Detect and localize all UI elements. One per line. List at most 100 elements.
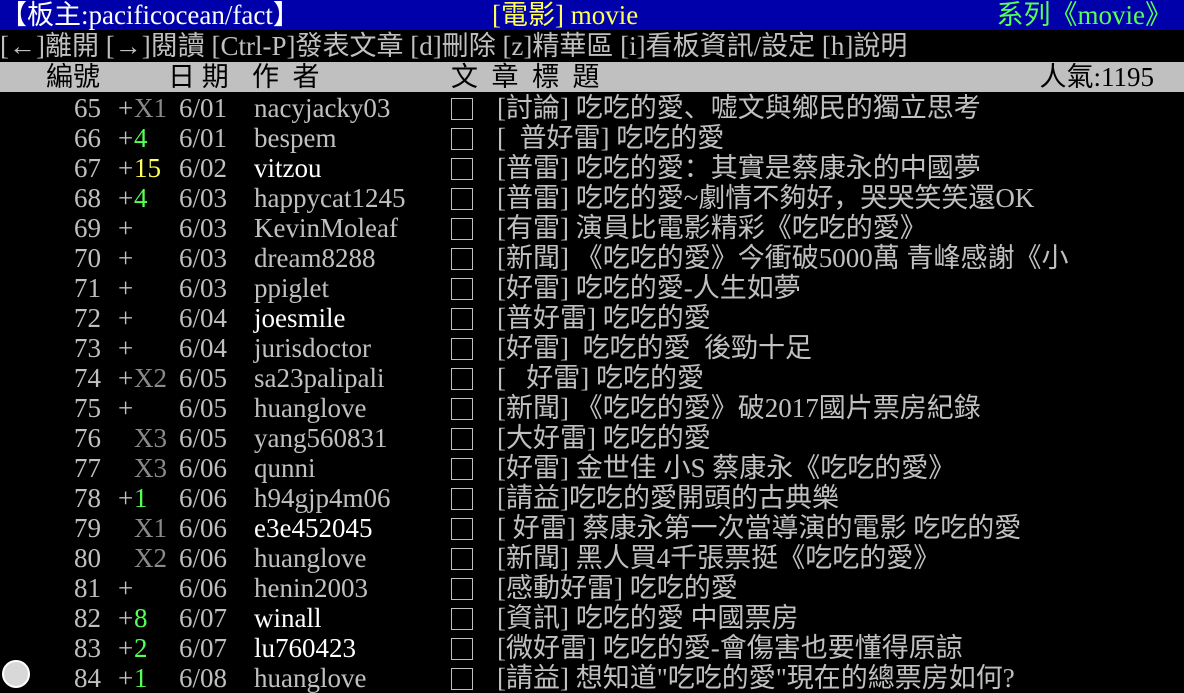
post-mark bbox=[118, 513, 125, 543]
post-author: ppiglet bbox=[254, 273, 329, 303]
header-date: 日 期 bbox=[168, 62, 229, 92]
post-number: 81 bbox=[74, 573, 101, 603]
post-number: 66 bbox=[74, 123, 101, 153]
post-title: [普雷] 吃吃的愛~劇情不夠好，哭哭笑笑還OK bbox=[497, 183, 1035, 213]
post-date: 6/06 bbox=[179, 483, 228, 513]
post-mark bbox=[118, 423, 125, 453]
post-author: qunni bbox=[254, 453, 316, 483]
help-commands[interactable]: [←]離開 [→]閱讀 [Ctrl-P]發表文章 [d]刪除 [z]精華區 [i… bbox=[0, 31, 907, 61]
post-number: 77 bbox=[74, 453, 101, 483]
post-author: sa23palipali bbox=[254, 363, 385, 393]
post-author: KevinMoleaf bbox=[254, 213, 398, 243]
post-author: huanglove bbox=[254, 393, 367, 423]
post-number: 75 bbox=[74, 393, 101, 423]
post-mark: + bbox=[118, 213, 134, 243]
help-bar[interactable]: [←]離開 [→]閱讀 [Ctrl-P]發表文章 [d]刪除 [z]精華區 [i… bbox=[0, 31, 1184, 61]
post-title: [討論] 吃吃的愛、嘘文與鄉民的獨立思考 bbox=[497, 93, 981, 123]
post-mark: + bbox=[118, 183, 134, 213]
post-author: bespem bbox=[254, 123, 337, 153]
unread-box-icon bbox=[451, 638, 473, 660]
unread-box-icon bbox=[451, 98, 473, 120]
post-author: happycat1245 bbox=[254, 183, 406, 213]
search-icon[interactable] bbox=[2, 660, 30, 688]
post-date: 6/03 bbox=[179, 273, 228, 303]
post-number: 74 bbox=[74, 363, 101, 393]
post-number: 65 bbox=[74, 93, 101, 123]
post-row[interactable]: 68 +4 6/03 happycat1245 [普雷] 吃吃的愛~劇情不夠好，哭哭笑笑… bbox=[0, 183, 1184, 213]
post-row[interactable]: 77 X3 6/06 qunni [好雷] 金世佳 小S 蔡康永《吃吃的愛》 bbox=[0, 453, 1184, 483]
title-bar: 【板主:pacificocean/fact】 [電影] movie 系列《mov… bbox=[0, 0, 1184, 30]
post-row[interactable]: 70 +6/03 dream8288 [新聞] 《吃吃的愛》今衝破5000萬 青峰感謝… bbox=[0, 243, 1184, 273]
unread-box-icon bbox=[451, 248, 473, 270]
post-mark: + bbox=[118, 663, 134, 693]
post-row[interactable]: 76 X3 6/05 yang560831 [大好雷] 吃吃的愛 bbox=[0, 423, 1184, 453]
post-mark bbox=[118, 453, 125, 483]
post-date: 6/06 bbox=[179, 573, 228, 603]
post-date: 6/01 bbox=[179, 123, 228, 153]
post-mark: + bbox=[118, 93, 134, 123]
post-row[interactable]: 69 +6/03 KevinMoleaf [有雷] 演員比電影精彩《吃吃的愛》 bbox=[0, 213, 1184, 243]
post-row[interactable]: 83 +2 6/07 lu760423 [微好雷] 吃吃的愛-會傷害也要懂得原諒 bbox=[0, 633, 1184, 663]
post-mark: + bbox=[118, 153, 134, 183]
unread-box-icon bbox=[451, 128, 473, 150]
push-count: X1 bbox=[134, 93, 167, 123]
unread-box-icon bbox=[451, 398, 473, 420]
post-mark: + bbox=[118, 243, 134, 273]
post-row[interactable]: 79 X1 6/06 e3e452045 [ 好雷] 蔡康永第一次當導演的電影 吃吃的… bbox=[0, 513, 1184, 543]
post-row[interactable]: 67 +15 6/02 vitzou [普雷] 吃吃的愛：其實是蔡康永的中國夢 bbox=[0, 153, 1184, 183]
post-title: [ 好雷] 吃吃的愛 bbox=[497, 363, 704, 393]
post-date: 6/04 bbox=[179, 303, 228, 333]
post-title: [資訊] 吃吃的愛 中國票房 bbox=[497, 603, 799, 633]
post-row[interactable]: 78 +1 6/06 h94gjp4m06 [請益]吃吃的愛開頭的古典樂 bbox=[0, 483, 1184, 513]
post-title: [新聞] 《吃吃的愛》破2017國片票房紀錄 bbox=[497, 393, 981, 423]
post-date: 6/08 bbox=[179, 663, 228, 693]
post-mark: + bbox=[118, 123, 134, 153]
unread-box-icon bbox=[451, 548, 473, 570]
header-author: 作 者 bbox=[252, 62, 320, 92]
post-row[interactable]: 81 +6/06 henin2003 [感動好雷] 吃吃的愛 bbox=[0, 573, 1184, 603]
series-label[interactable]: 系列《movie》 bbox=[997, 0, 1173, 30]
post-author: huanglove bbox=[254, 663, 367, 693]
post-title: [好雷] 金世佳 小S 蔡康永《吃吃的愛》 bbox=[497, 453, 956, 483]
unread-box-icon bbox=[451, 458, 473, 480]
post-author: joesmile bbox=[254, 303, 346, 333]
post-row[interactable]: 73 +6/04 jurisdoctor [好雷] 吃吃的愛 後勁十足 bbox=[0, 333, 1184, 363]
post-number: 79 bbox=[74, 513, 101, 543]
push-count: 2 bbox=[134, 633, 148, 663]
post-row[interactable]: 82 +8 6/07 winall [資訊] 吃吃的愛 中國票房 bbox=[0, 603, 1184, 633]
post-mark: + bbox=[118, 393, 134, 423]
unread-box-icon bbox=[451, 368, 473, 390]
post-author: dream8288 bbox=[254, 243, 376, 273]
post-author: winall bbox=[254, 603, 322, 633]
post-title: [感動好雷] 吃吃的愛 bbox=[497, 573, 738, 603]
post-number: 78 bbox=[74, 483, 101, 513]
post-author: jurisdoctor bbox=[254, 333, 371, 363]
post-number: 82 bbox=[74, 603, 101, 633]
post-title: [微好雷] 吃吃的愛-會傷害也要懂得原諒 bbox=[497, 633, 963, 663]
post-row[interactable]: 75 +6/05 huanglove [新聞] 《吃吃的愛》破2017國片票房紀錄 bbox=[0, 393, 1184, 423]
post-row[interactable]: 80 X2 6/06 huanglove [新聞] 黑人買4千張票挺《吃吃的愛》 bbox=[0, 543, 1184, 573]
post-number: 83 bbox=[74, 633, 101, 663]
post-number: 69 bbox=[74, 213, 101, 243]
post-date: 6/06 bbox=[179, 543, 228, 573]
post-date: 6/05 bbox=[179, 393, 228, 423]
unread-box-icon bbox=[451, 668, 473, 690]
push-count: X2 bbox=[134, 543, 167, 573]
post-date: 6/03 bbox=[179, 213, 228, 243]
push-count: 1 bbox=[134, 483, 148, 513]
post-row[interactable]: 71 +6/03 ppiglet [好雷] 吃吃的愛-人生如夢 bbox=[0, 273, 1184, 303]
post-title: [請益]吃吃的愛開頭的古典樂 bbox=[497, 483, 839, 513]
post-author: h94gjp4m06 bbox=[254, 483, 391, 513]
post-row[interactable]: 84 +1 6/08 huanglove [請益] 想知道"吃吃的愛"現在的總票房如何? bbox=[0, 663, 1184, 693]
post-mark: + bbox=[118, 333, 134, 363]
push-count: X3 bbox=[134, 453, 167, 483]
post-date: 6/07 bbox=[179, 633, 228, 663]
post-row[interactable]: 72 +6/04 joesmile [普好雷] 吃吃的愛 bbox=[0, 303, 1184, 333]
post-row[interactable]: 66 +4 6/01 bespem [ 普好雷] 吃吃的愛 bbox=[0, 123, 1184, 153]
post-row[interactable]: 74 + X2 6/05 sa23palipali [ 好雷] 吃吃的愛 bbox=[0, 363, 1184, 393]
post-author: lu760423 bbox=[254, 633, 357, 663]
post-author: nacyjacky03 bbox=[254, 93, 391, 123]
post-title: [新聞] 《吃吃的愛》今衝破5000萬 青峰感謝《小 bbox=[497, 243, 1069, 273]
post-row[interactable]: 65 + X1 6/01 nacyjacky03 [討論] 吃吃的愛、嘘文與鄉民的獨立思考 bbox=[0, 93, 1184, 123]
unread-box-icon bbox=[451, 278, 473, 300]
